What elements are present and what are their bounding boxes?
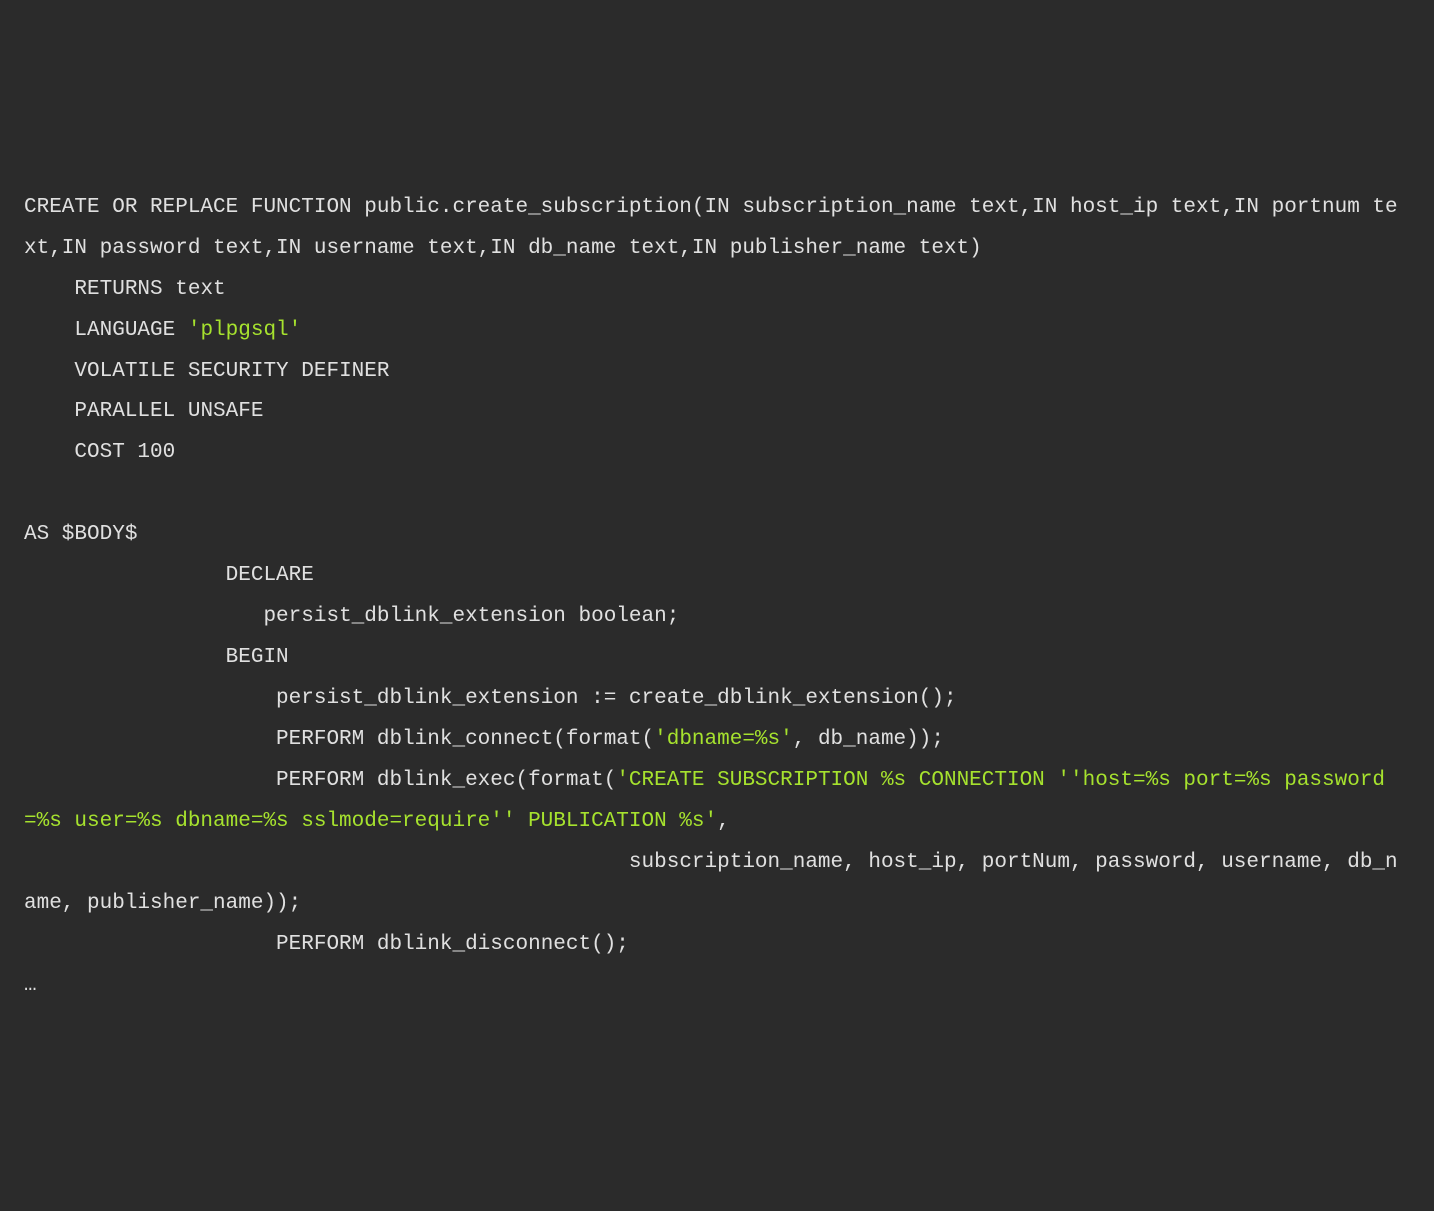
code-line-13: PERFORM dblink_connect(format('dbname=%s…: [24, 728, 944, 751]
code-block: CREATE OR REPLACE FUNCTION public.create…: [24, 188, 1410, 1007]
code-line-5: PARALLEL UNSAFE: [24, 400, 263, 423]
code-line-8: AS $BODY$: [24, 523, 137, 546]
code-line-11: BEGIN: [24, 646, 289, 669]
code-line-12: persist_dblink_extension := create_dblin…: [24, 687, 957, 710]
code-line-16: PERFORM dblink_disconnect();: [24, 933, 629, 956]
code-line-3: LANGUAGE 'plpgsql': [24, 319, 301, 342]
code-line-9: DECLARE: [24, 564, 314, 587]
code-line-14: PERFORM dblink_exec(format('CREATE SUBSC…: [24, 769, 1385, 833]
code-line-4: VOLATILE SECURITY DEFINER: [24, 360, 389, 383]
code-line-15: subscription_name, host_ip, portNum, pas…: [24, 851, 1398, 915]
code-line-2: RETURNS text: [24, 278, 226, 301]
code-line-6: COST 100: [24, 441, 175, 464]
code-line-1: CREATE OR REPLACE FUNCTION public.create…: [24, 196, 1398, 260]
code-line-10: persist_dblink_extension boolean;: [24, 605, 679, 628]
ellipsis: …: [24, 974, 37, 997]
